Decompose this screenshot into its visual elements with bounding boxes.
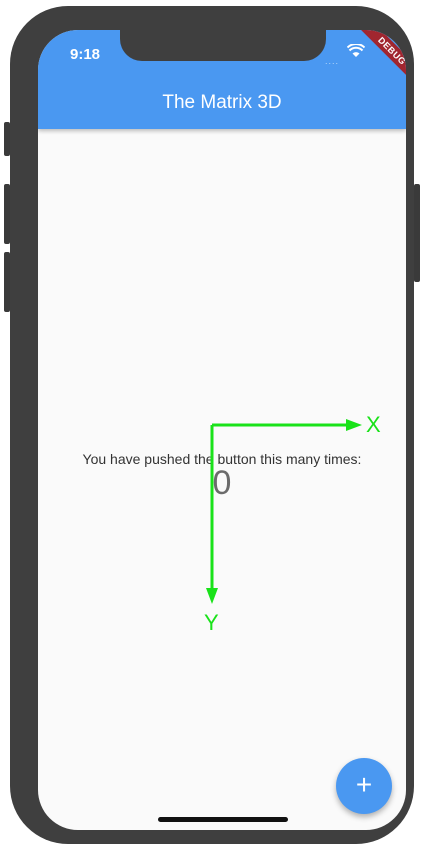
- plus-icon: +: [355, 769, 373, 800]
- signal-icon: ....: [325, 56, 340, 66]
- side-button-power: [414, 184, 420, 282]
- x-axis-label: X: [366, 412, 381, 437]
- wifi-icon: [347, 44, 365, 57]
- app-bar: 9:18 .... The Matrix 3D: [38, 30, 406, 129]
- status-time: 9:18: [70, 46, 101, 63]
- phone-frame: 9:18 .... The Matrix 3D DEBUG You have p…: [4, 6, 420, 844]
- home-indicator[interactable]: [158, 817, 288, 822]
- increment-button[interactable]: +: [336, 758, 392, 814]
- counter-value: 0: [212, 464, 232, 502]
- side-button-mute: [4, 122, 10, 156]
- notch: [120, 30, 326, 61]
- page-title: The Matrix 3D: [162, 92, 282, 113]
- side-button-volume-up: [4, 184, 10, 244]
- y-axis-label: Y: [204, 610, 219, 635]
- side-button-volume-down: [4, 252, 10, 312]
- screen: 9:18 .... The Matrix 3D DEBUG You have p…: [38, 30, 406, 830]
